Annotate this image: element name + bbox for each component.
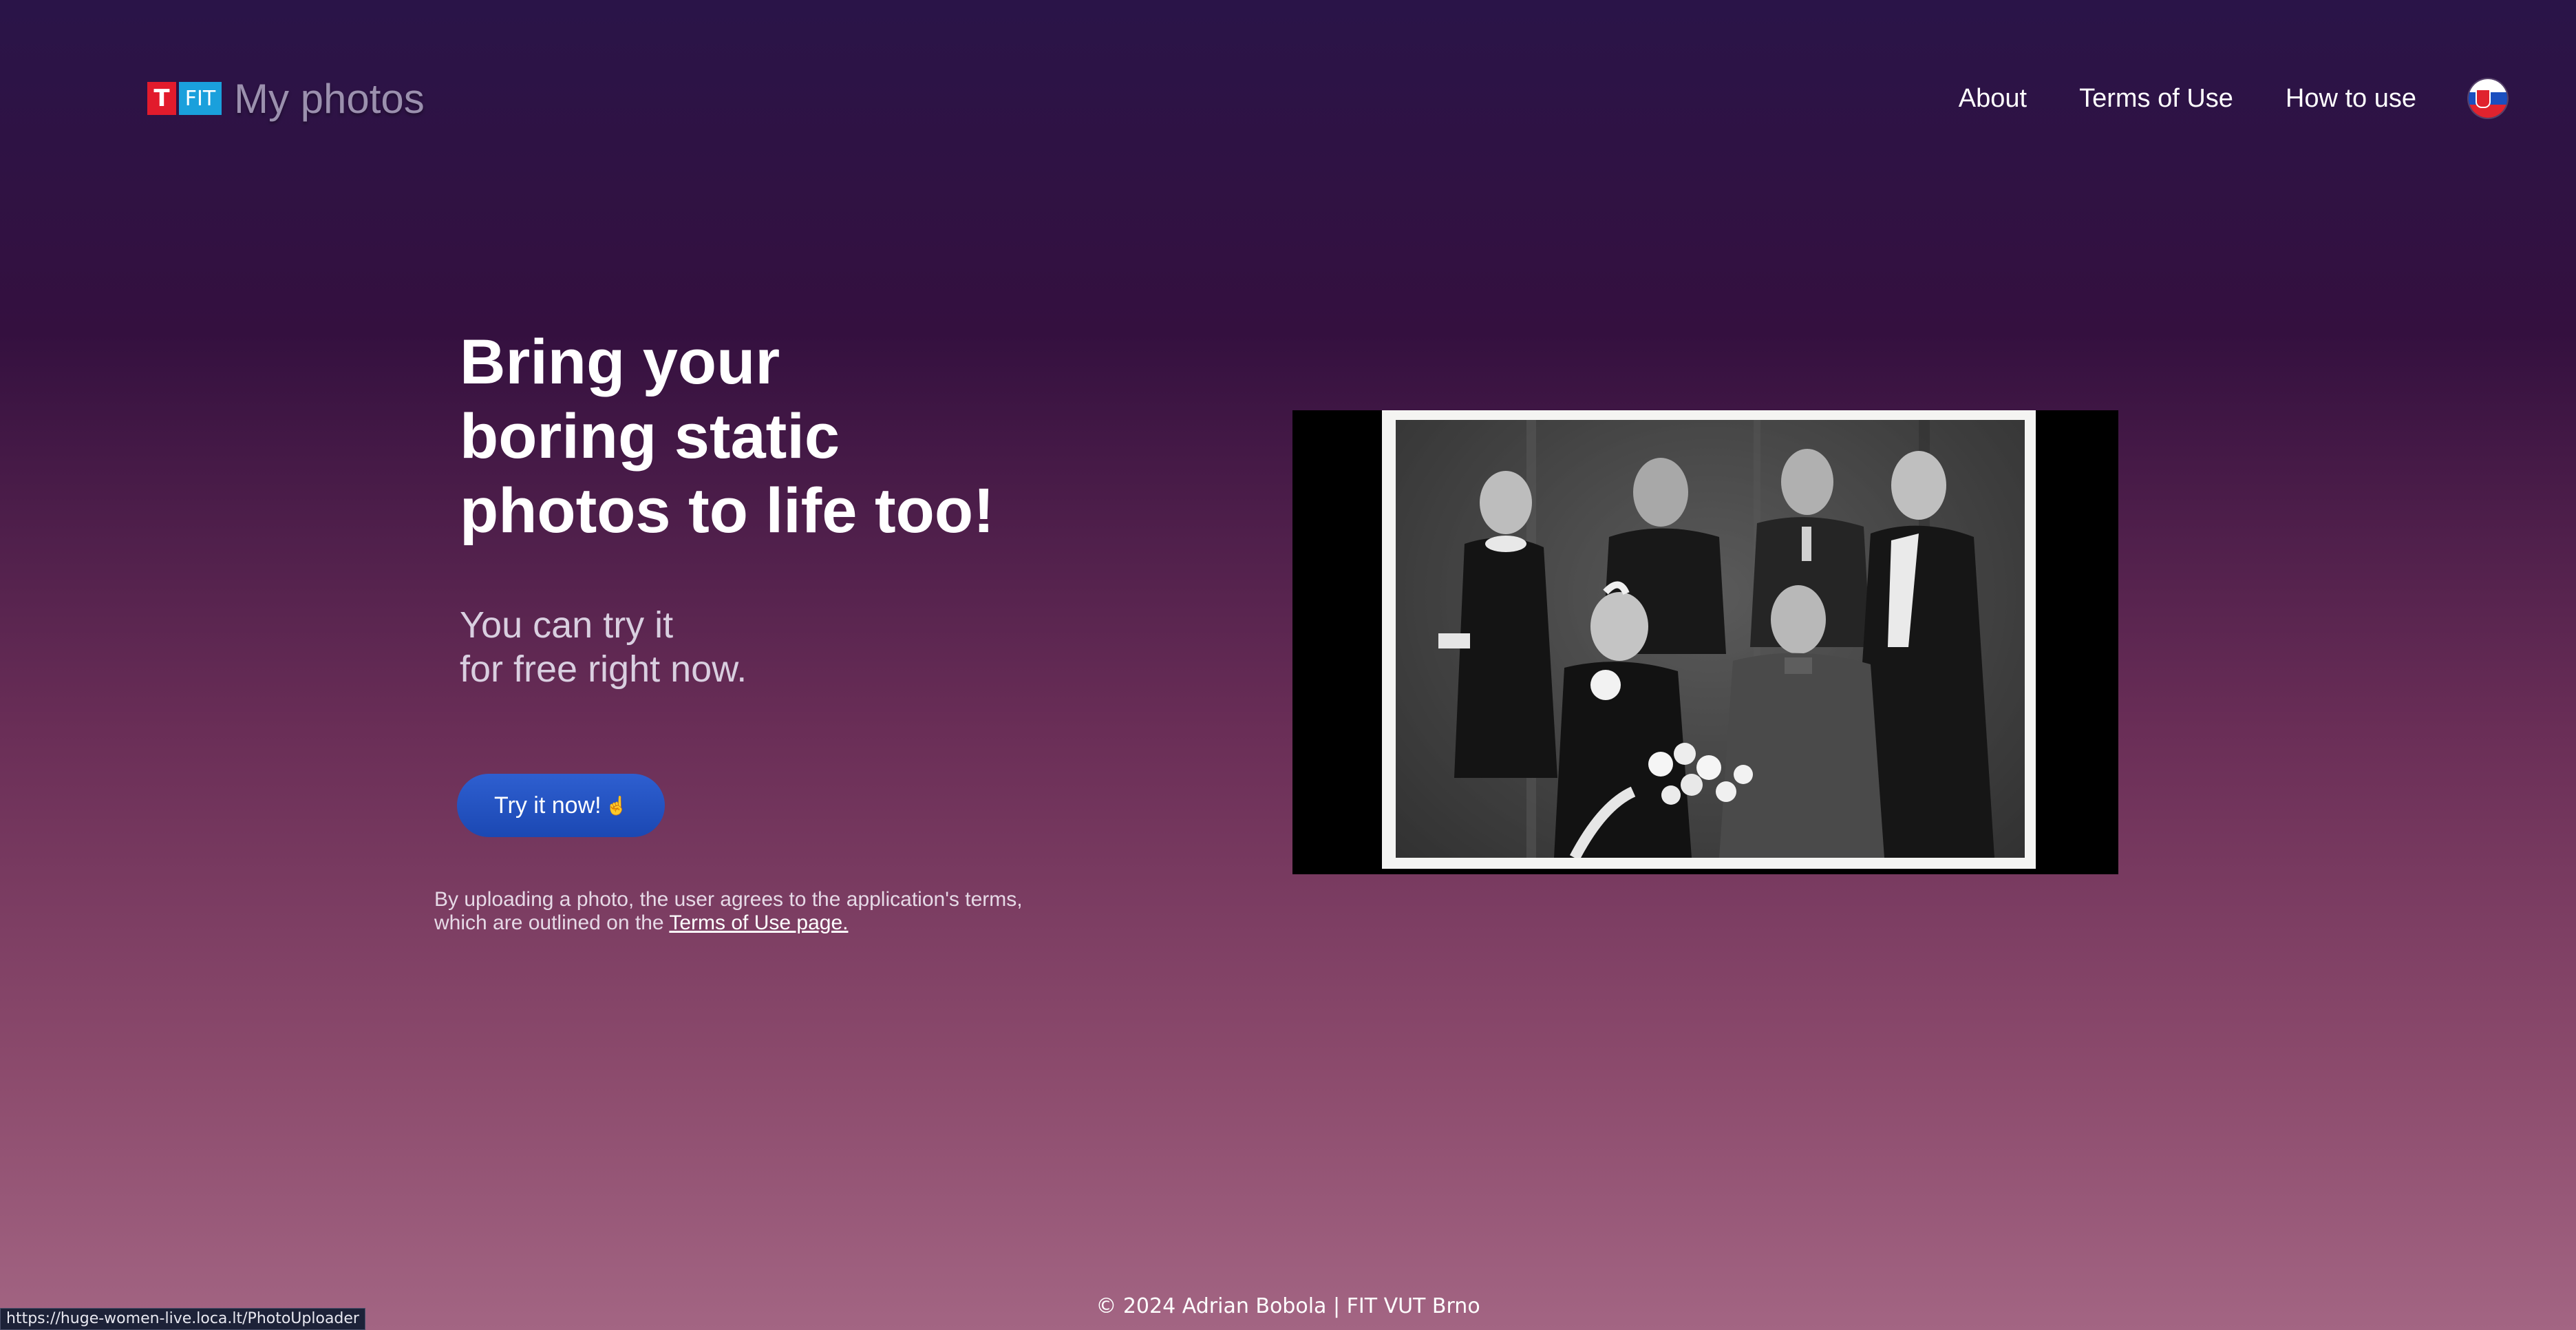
- slovak-flag-icon[interactable]: [2469, 79, 2507, 118]
- try-it-now-button[interactable]: Try it now! ☝: [457, 774, 665, 837]
- terms-notice-prefix: which are outlined on the: [434, 911, 664, 934]
- hero-title: Bring your boring static photos to life …: [460, 325, 1079, 548]
- terms-notice: By uploading a photo, the user agrees to…: [434, 888, 1095, 935]
- nav-how-to-use[interactable]: How to use: [2286, 84, 2416, 114]
- hero-image: [1292, 410, 2118, 874]
- hero-subtitle: You can try it for free right now.: [460, 603, 1010, 691]
- brand[interactable]: T FIT My photos: [147, 74, 425, 123]
- main-nav: About Terms of Use How to use: [1959, 76, 2507, 121]
- try-it-now-label: Try it now!: [494, 792, 602, 819]
- portrait-illustration: [1396, 420, 2025, 858]
- hero-subtitle-line: You can try it: [460, 604, 674, 646]
- hero-title-line: Bring your: [460, 327, 780, 397]
- logo-fit-mark: FIT: [179, 82, 222, 115]
- nav-terms-of-use[interactable]: Terms of Use: [2079, 84, 2233, 114]
- hero-subtitle-line: for free right now.: [460, 648, 747, 690]
- hero-title-line: photos to life too!: [460, 476, 994, 546]
- nav-about[interactable]: About: [1959, 84, 2027, 114]
- terms-notice-line2: which are outlined on the Terms of Use p…: [434, 911, 1095, 935]
- terms-notice-line1: By uploading a photo, the user agrees to…: [434, 888, 1023, 911]
- family-portrait-photo: [1396, 420, 2025, 858]
- browser-status-url: https://huge-women-live.loca.lt/PhotoUpl…: [0, 1308, 365, 1330]
- fit-logo: T FIT: [147, 82, 222, 115]
- hero-title-line: boring static: [460, 401, 840, 472]
- photo-card: [1382, 410, 2036, 869]
- flag-shield: [2476, 89, 2491, 108]
- pointer-hand-icon: ☝: [605, 794, 628, 816]
- site-title: My photos: [234, 75, 425, 122]
- site-footer: © 2024 Adrian Bobola | FIT VUT Brno: [1096, 1294, 1480, 1318]
- logo-t-mark: T: [147, 82, 176, 115]
- site-header: T FIT My photos About Terms of Use How t…: [0, 0, 2576, 200]
- terms-of-use-link[interactable]: Terms of Use page.: [669, 911, 848, 934]
